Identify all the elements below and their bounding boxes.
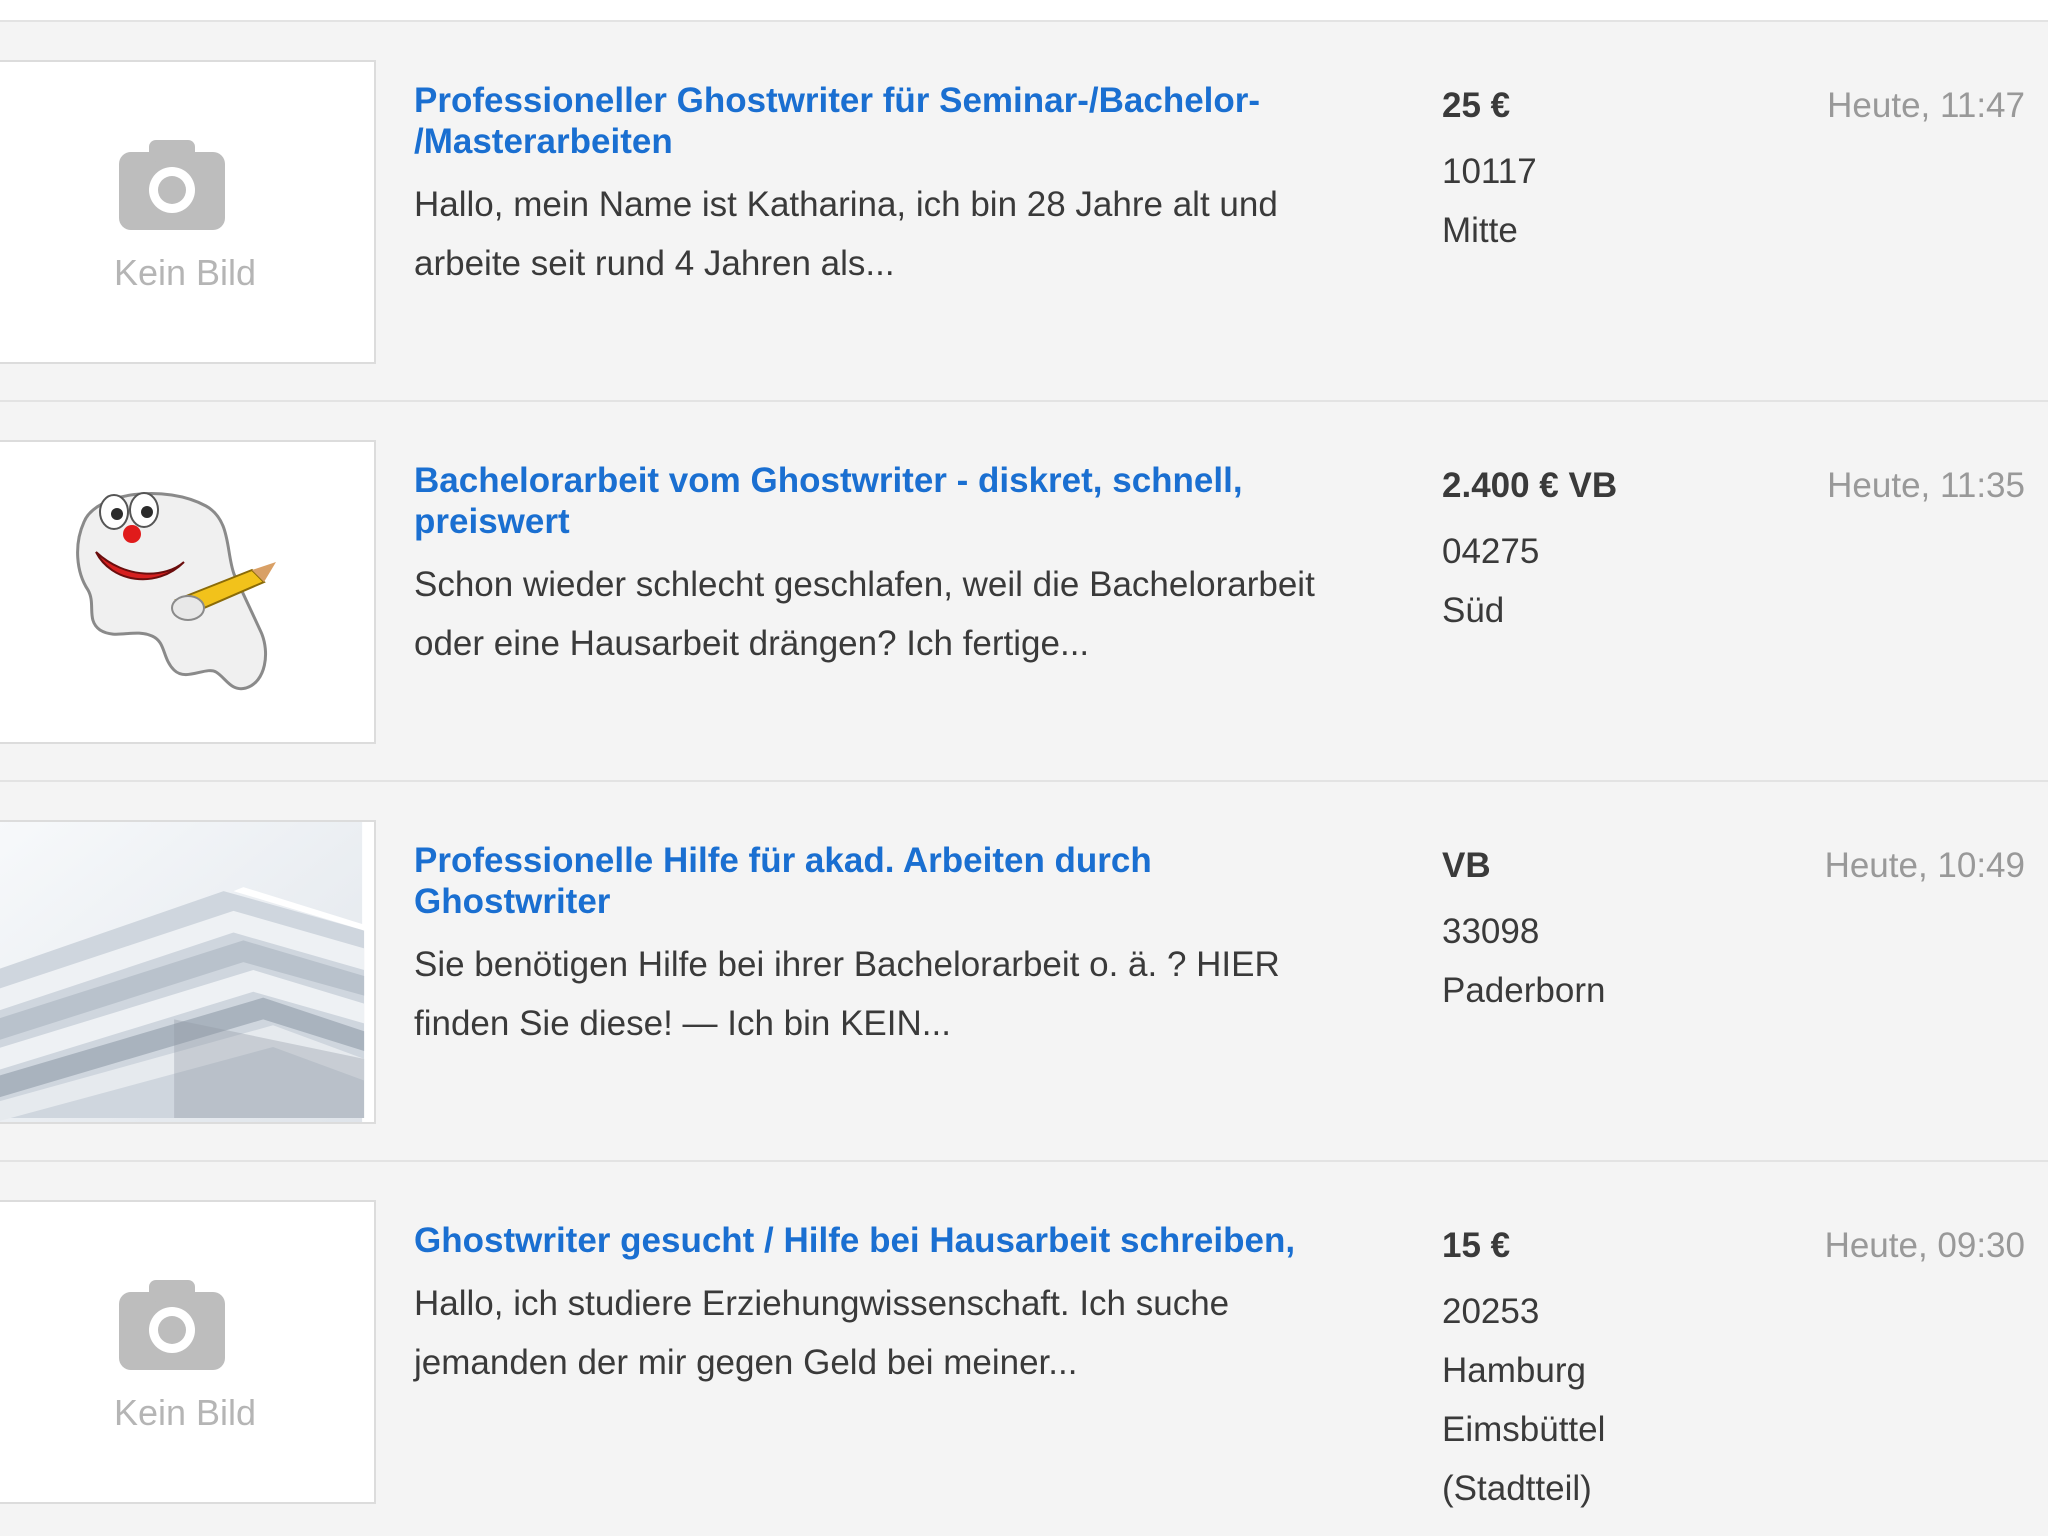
listing-item[interactable]: Professionelle Hilfe für akad. Arbeiten … (0, 782, 2048, 1162)
listing-results: Kein Bild Professioneller Ghostwriter fü… (0, 0, 2048, 1536)
listing-location: 04275 Süd (1442, 532, 1540, 630)
listing-price: 25 € (1442, 86, 1511, 125)
listing-description: Hallo, mein Name ist Katharina, ich bin … (414, 185, 1278, 283)
listing-date: Heute, 10:49 (1824, 846, 2025, 885)
camera-icon (119, 1280, 225, 1370)
listing-price: 15 € (1442, 1226, 1511, 1265)
listing-thumbnail[interactable]: Kein Bild (0, 60, 376, 364)
listing-title-link[interactable]: Professionelle Hilfe für akad. Arbeiten … (414, 840, 1414, 922)
no-image-label: Kein Bild (113, 1392, 257, 1433)
listing-thumbnail[interactable] (0, 820, 376, 1124)
listing-description: Sie benötigen Hilfe bei ihrer Bachelorar… (414, 945, 1280, 1043)
listing-price: 2.400 € VB (1442, 466, 1618, 505)
listing-date: Heute, 11:35 (1827, 466, 2025, 505)
listing-item[interactable]: Kein Bild Ghostwriter gesucht / Hilfe be… (0, 1162, 2048, 1536)
listing-thumbnail[interactable] (0, 440, 376, 744)
listing-date: Heute, 09:30 (1824, 1226, 2025, 1265)
listing-title-link[interactable]: Ghostwriter gesucht / Hilfe bei Hausarbe… (414, 1220, 1414, 1261)
listing-location: 33098 Paderborn (1442, 912, 1606, 1010)
ghost-with-pencil-icon (76, 491, 276, 691)
camera-icon (119, 140, 225, 230)
no-image-placeholder: Kein Bild (0, 1202, 374, 1502)
listing-description: Schon wieder schlecht geschlafen, weil d… (414, 565, 1315, 663)
paper-stack-photo (0, 822, 374, 1122)
no-image-placeholder: Kein Bild (0, 62, 374, 362)
listing-price: VB (1442, 846, 1491, 885)
listing-location: 10117 Mitte (1442, 152, 1537, 250)
listing-date: Heute, 11:47 (1827, 86, 2025, 125)
listing-item[interactable]: Bachelorarbeit vom Ghostwriter - diskret… (0, 402, 2048, 782)
no-image-label: Kein Bild (113, 252, 257, 293)
listing-title-link[interactable]: Bachelorarbeit vom Ghostwriter - diskret… (414, 460, 1414, 542)
listing-location: 20253 Hamburg Eimsbüttel (Stadtteil) (1442, 1292, 1606, 1508)
listing-title-link[interactable]: Professioneller Ghostwriter für Seminar-… (414, 80, 1414, 162)
listing-item[interactable]: Kein Bild Professioneller Ghostwriter fü… (0, 22, 2048, 402)
listing-thumbnail[interactable]: Kein Bild (0, 1200, 376, 1504)
listing-description: Hallo, ich studiere Erziehungwissenschaf… (414, 1284, 1230, 1382)
